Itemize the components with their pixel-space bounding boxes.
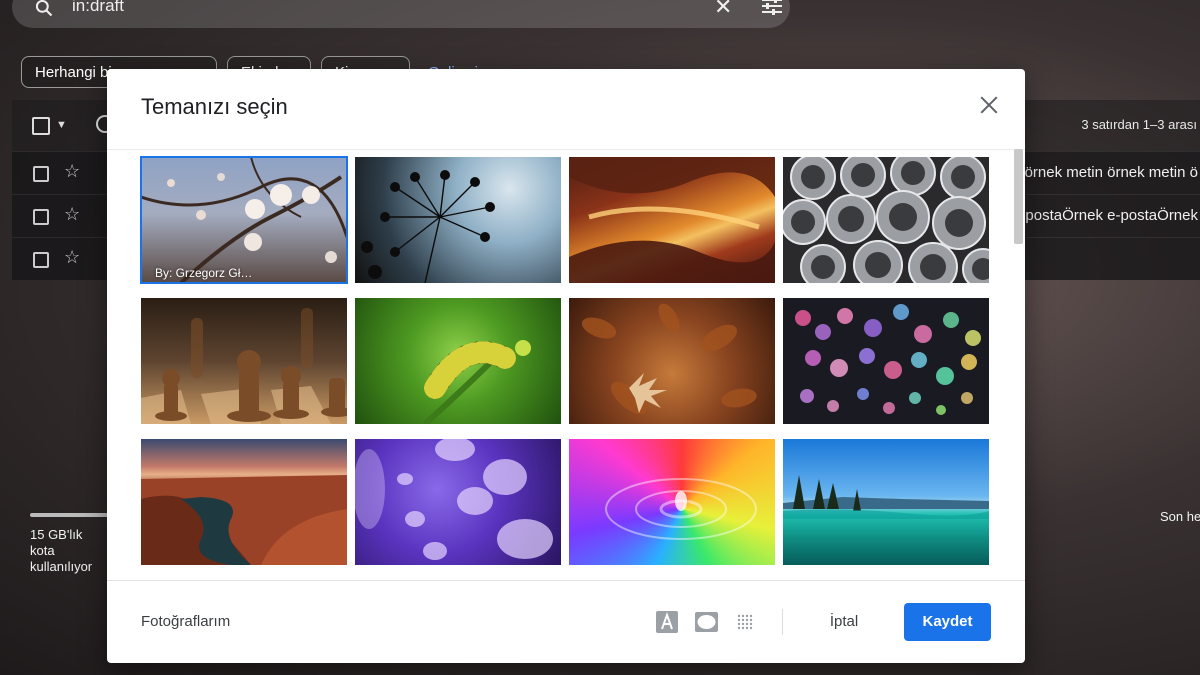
search-options-icon[interactable] [760, 0, 784, 16]
jellyfish-image [355, 439, 553, 560]
vignette-icon[interactable] [695, 612, 718, 632]
my-photos-link[interactable]: Fotoğraflarım [141, 613, 230, 630]
chevron-down-icon[interactable]: ▼ [56, 119, 67, 131]
last-activity: Son he [1160, 509, 1200, 524]
chess-image [141, 308, 347, 424]
theme-thumb-cherry-blossom[interactable]: By: Grzegorz Gł… [140, 156, 348, 284]
theme-thumb-chess-pieces[interactable] [141, 298, 347, 424]
row-checkbox[interactable] [33, 209, 49, 225]
theme-thumb-dandelion-silhouette[interactable] [355, 157, 561, 283]
theme-thumb-water-drop[interactable] [569, 439, 775, 565]
theme-thumb-caterpillar[interactable] [355, 298, 561, 424]
dandelion-image [361, 170, 495, 283]
search-icon[interactable] [34, 0, 54, 18]
theme-thumb-canyon-waves[interactable] [569, 157, 775, 283]
row-checkbox[interactable] [33, 252, 49, 268]
row-snippet: postaÖrnek e-postaÖrnek [1025, 207, 1198, 224]
footer-divider [107, 580, 1025, 581]
photo-credit: By: Grzegorz Gł… [155, 266, 253, 280]
text-background-icon[interactable] [656, 611, 678, 633]
theme-thumb-bokeh-lights[interactable] [783, 298, 989, 424]
close-icon[interactable] [975, 91, 1003, 119]
toolbar-divider [782, 609, 783, 635]
theme-thumb-lake-tahoe[interactable] [783, 439, 989, 565]
pipes-image [783, 157, 989, 283]
page-count: 3 satırdan 1–3 arası [1081, 117, 1197, 132]
star-icon[interactable]: ☆ [64, 247, 80, 268]
theme-thumb-grand-canyon[interactable] [141, 439, 347, 565]
search-query[interactable]: in:draft [72, 0, 124, 16]
blur-icon[interactable] [737, 614, 753, 630]
leaves-image [581, 303, 757, 415]
theme-thumb-metal-pipes[interactable] [783, 157, 989, 283]
theme-dialog: Temanızı seçin By: Grzegorz Gł… Fotoğraf… [107, 69, 1025, 663]
search-bar[interactable]: in:draft ✕ [12, 0, 790, 28]
lake-image [783, 475, 989, 519]
canyon-river-image [141, 475, 347, 565]
star-icon[interactable]: ☆ [64, 161, 80, 182]
grid-scrollbar[interactable] [1014, 149, 1023, 244]
caterpillar-image [422, 340, 531, 424]
star-icon[interactable]: ☆ [64, 204, 80, 225]
cherry-blossom-image [141, 157, 347, 283]
row-checkbox[interactable] [33, 166, 49, 182]
cancel-button[interactable]: İptal [815, 603, 873, 641]
theme-thumb-autumn-leaves[interactable] [569, 298, 775, 424]
bokeh-image [795, 304, 981, 415]
row-snippet: örnek metin örnek metin ö [1024, 164, 1198, 181]
dialog-title: Temanızı seçin [141, 94, 288, 119]
theme-grid: By: Grzegorz Gł… [107, 149, 1025, 580]
clear-icon[interactable]: ✕ [714, 0, 732, 20]
storage-text: 15 GB'lık kota kullanılıyor [30, 527, 93, 574]
water-drop-image [605, 478, 757, 540]
canyon-image [569, 157, 775, 283]
select-all-checkbox[interactable] [32, 117, 50, 135]
save-button[interactable]: Kaydet [904, 603, 991, 641]
theme-thumb-jellyfish[interactable] [355, 439, 561, 565]
